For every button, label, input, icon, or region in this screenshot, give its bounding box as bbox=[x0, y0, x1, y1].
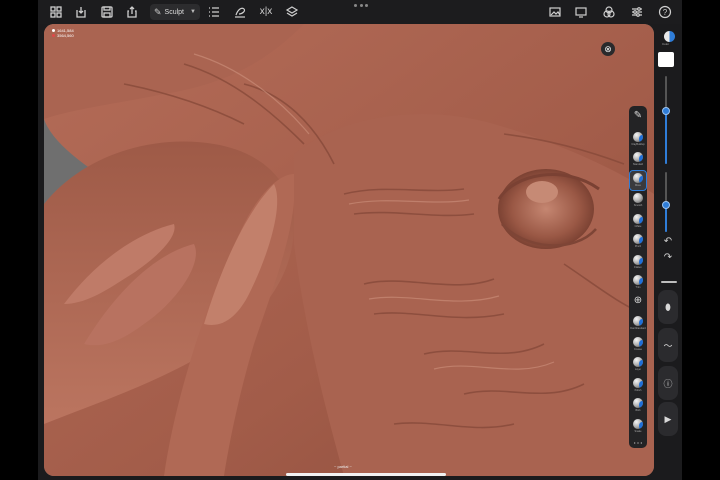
stroke-icon[interactable] bbox=[232, 4, 248, 20]
color-swatch[interactable] bbox=[658, 52, 674, 67]
brush-dam[interactable]: DamStandard bbox=[630, 314, 646, 333]
brush-clay[interactable]: ClayBuildup bbox=[630, 130, 646, 149]
window-grip[interactable] bbox=[354, 4, 368, 8]
canvas-label: ~ partial ~ bbox=[334, 464, 352, 469]
brush-clay-label: ClayBuildup bbox=[631, 142, 645, 146]
brush-standard-icon bbox=[633, 152, 643, 162]
stroke-curve-icon[interactable]: 〜 bbox=[658, 328, 678, 362]
brush-layer-icon bbox=[633, 357, 643, 367]
display-icon[interactable] bbox=[573, 4, 589, 20]
redo-icon[interactable]: ↷ bbox=[658, 250, 678, 264]
sliders-icon[interactable] bbox=[629, 4, 645, 20]
brush-flatten-label: Flatten bbox=[634, 265, 642, 269]
brush-blob-icon bbox=[633, 398, 643, 408]
svg-text:?: ? bbox=[663, 8, 668, 17]
brush-dam-icon bbox=[633, 316, 643, 326]
brush-smooth[interactable]: Smooth bbox=[630, 191, 646, 210]
app-window: ✎ Sculpt ▼ x|x ? 1641,584 3564,560 ⊗ ~ p… bbox=[38, 0, 682, 480]
brush-snake-icon bbox=[633, 418, 643, 429]
brush-flatten[interactable]: Flatten bbox=[630, 253, 646, 272]
sidebar-divider bbox=[661, 281, 677, 283]
chevron-down-icon: ▼ bbox=[190, 9, 196, 15]
brush-draw[interactable]: ✎ bbox=[630, 109, 646, 128]
sculpt-model bbox=[44, 24, 654, 476]
brush-move[interactable]: Move bbox=[629, 169, 647, 191]
save-icon[interactable] bbox=[99, 4, 115, 20]
list-icon[interactable] bbox=[206, 4, 222, 20]
brush-move-icon bbox=[633, 172, 643, 183]
brush-blob[interactable]: Blob bbox=[630, 396, 646, 415]
brush-polish[interactable]: Polish bbox=[630, 376, 646, 395]
brush-layer-label: Layer bbox=[634, 368, 642, 371]
brush-blob-label: Blob bbox=[635, 409, 641, 412]
home-indicator[interactable] bbox=[286, 473, 446, 476]
brush-smooth-icon bbox=[633, 193, 643, 203]
layers-icon[interactable] bbox=[284, 4, 300, 20]
brush-crease-icon bbox=[633, 336, 643, 347]
stats-faces: 3564,560 bbox=[52, 33, 74, 38]
image-icon[interactable] bbox=[547, 4, 563, 20]
symmetry-icon[interactable]: x|x bbox=[258, 4, 274, 20]
view-gizmo-icon[interactable]: ⊗ bbox=[601, 42, 615, 56]
tool-select-label: Sculpt bbox=[164, 8, 185, 16]
brush-standard[interactable]: Standard bbox=[630, 150, 646, 169]
color-label: Color bbox=[662, 42, 670, 46]
brush-polish-icon bbox=[633, 377, 643, 388]
brush-pinch[interactable]: Pinch bbox=[630, 232, 646, 251]
brush-flatten-icon bbox=[633, 254, 643, 265]
right-sidebar: Color ↶ ↷ ⬮ 〜 ⓘ ▶ bbox=[656, 24, 682, 476]
brush-palette: ✎ ClayBuildup Standard Move Smooth Inflate Pin… bbox=[629, 106, 647, 449]
pen-icon: ✎ bbox=[154, 6, 162, 17]
brush-inflate-label: Inflate bbox=[634, 224, 642, 228]
brush-inflate[interactable]: Inflate bbox=[630, 212, 646, 231]
brush-snake-label: Snake bbox=[634, 429, 642, 433]
brush-add[interactable]: ⊕ bbox=[630, 294, 646, 313]
brush-layer[interactable]: Layer bbox=[630, 355, 646, 374]
brush-trim[interactable]: Trim bbox=[630, 273, 646, 292]
camera-icon[interactable]: ▶ bbox=[658, 402, 678, 436]
share-icon[interactable] bbox=[124, 4, 140, 20]
brush-clay-icon bbox=[633, 131, 643, 142]
pin-icon[interactable]: ⬮ bbox=[658, 290, 678, 324]
top-toolbar: ✎ Sculpt ▼ x|x ? bbox=[38, 0, 682, 24]
brush-crease[interactable]: Crease bbox=[630, 335, 646, 354]
brush-more-icon: ⋯ bbox=[633, 438, 643, 449]
brush-size-slider[interactable] bbox=[662, 76, 670, 164]
brush-dam-label: DamStandard bbox=[630, 327, 646, 330]
brush-add-icon: ⊕ bbox=[633, 294, 643, 306]
undo-icon[interactable]: ↶ bbox=[658, 234, 678, 248]
brush-pinch-icon bbox=[633, 234, 643, 244]
brush-move-label: Move bbox=[634, 183, 642, 187]
brush-draw-icon: ✎ bbox=[633, 110, 643, 121]
brush-trim-label: Trim bbox=[635, 286, 641, 289]
brush-more[interactable]: ⋯ bbox=[630, 437, 646, 456]
brush-pinch-label: Pinch bbox=[634, 245, 642, 248]
brush-standard-label: Standard bbox=[632, 163, 644, 166]
tool-select[interactable]: ✎ Sculpt ▼ bbox=[150, 4, 200, 20]
brush-crease-label: Crease bbox=[633, 347, 643, 351]
brush-trim-icon bbox=[633, 275, 643, 285]
import-icon[interactable] bbox=[73, 4, 89, 20]
brush-polish-label: Polish bbox=[634, 388, 642, 392]
brush-snake[interactable]: Snake bbox=[630, 417, 646, 436]
brush-inflate-icon bbox=[633, 213, 643, 224]
brush-smooth-label: Smooth bbox=[633, 204, 643, 207]
materials-icon[interactable] bbox=[601, 4, 617, 20]
brush-strength-slider[interactable] bbox=[662, 172, 670, 232]
help-icon[interactable]: ? bbox=[657, 4, 673, 20]
stats-overlay: 1641,584 3564,560 bbox=[52, 28, 74, 38]
info-icon[interactable]: ⓘ bbox=[658, 366, 678, 400]
sculpt-viewport[interactable]: 1641,584 3564,560 ⊗ ~ partial ~ ✎ ClayBui… bbox=[44, 24, 654, 476]
grid-icon[interactable] bbox=[48, 4, 64, 20]
